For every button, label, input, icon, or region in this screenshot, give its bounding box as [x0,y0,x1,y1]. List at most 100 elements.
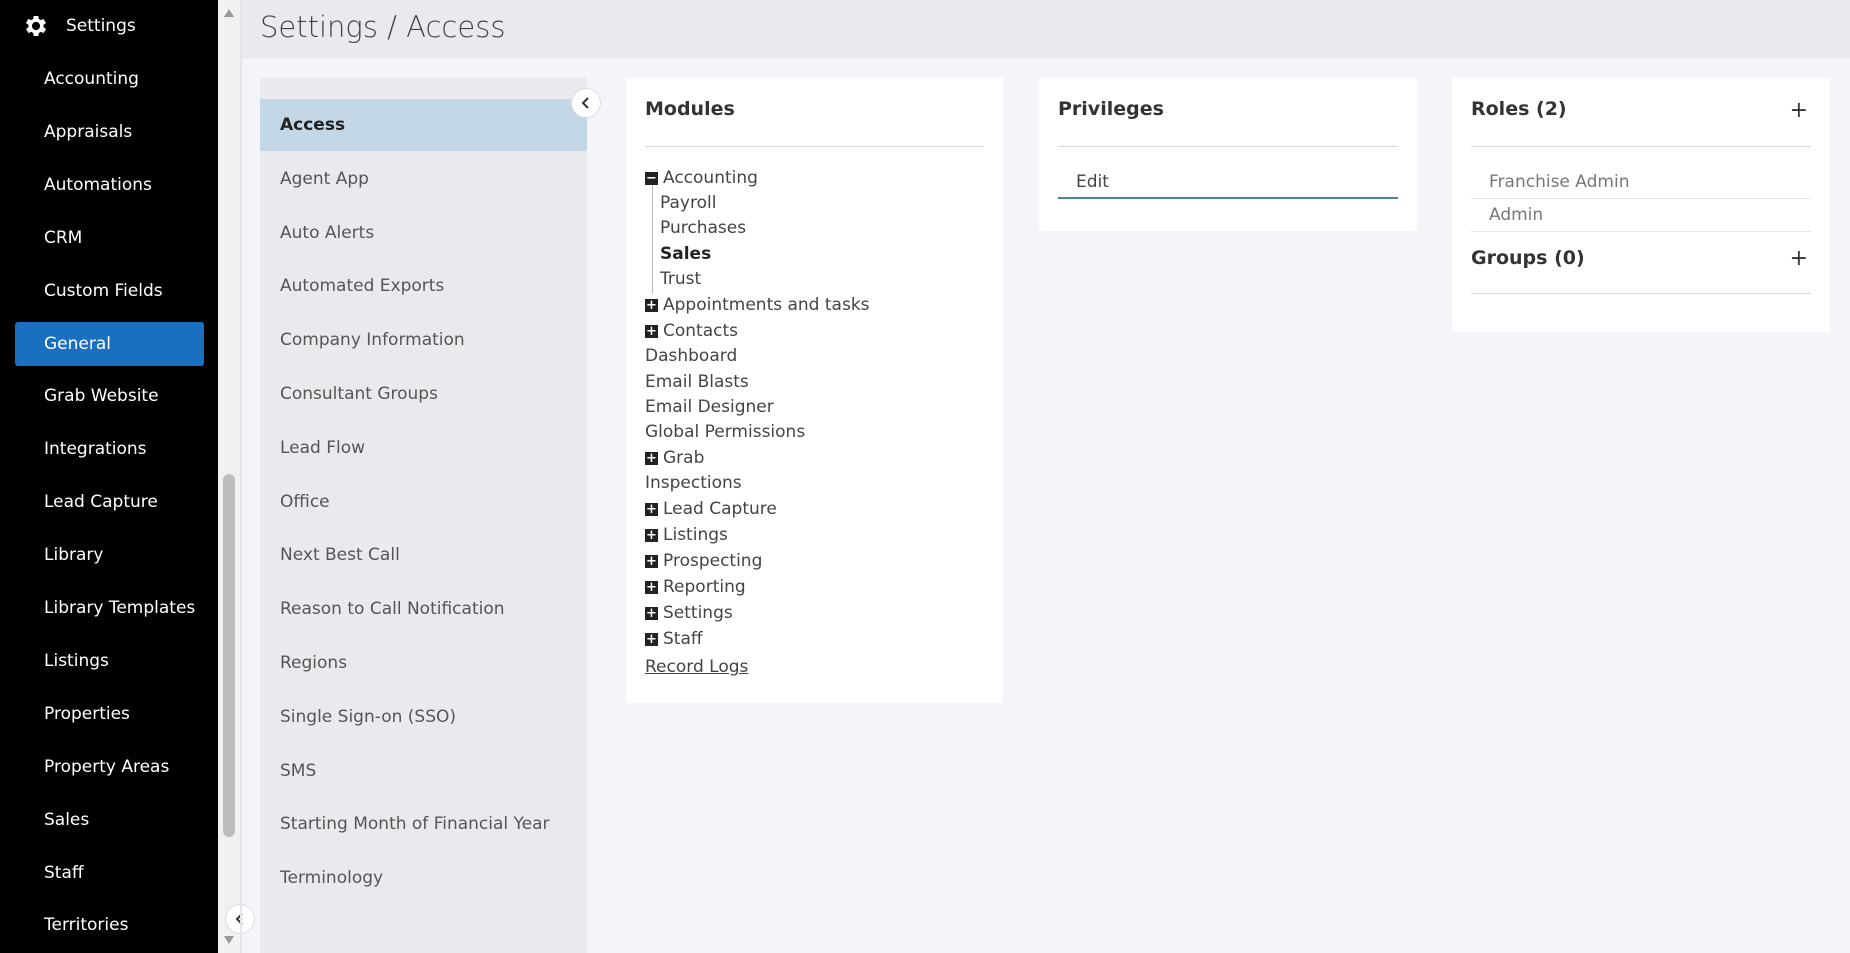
settings-submenu: Access Agent App Auto Alerts Automated Expo… [260,78,587,953]
modules-title: Modules [645,98,735,120]
module-record-logs[interactable]: Record Logs [645,655,748,679]
submenu-item-consultant-groups[interactable]: Consultant Groups [260,368,587,420]
module-email-designer[interactable]: Email Designer [645,395,774,419]
module-child-trust[interactable]: Trust [660,267,701,291]
sidebar-item-library-templates[interactable]: Library Templates [15,586,204,630]
sidebar-item-integrations[interactable]: Integrations [15,427,204,471]
role-item[interactable]: Admin [1471,199,1811,232]
sidebar-item-general[interactable]: General [15,321,204,366]
module-dashboard[interactable]: Dashboard [645,344,737,368]
roles-panel: Roles (2) + Franchise Admin Admin Groups… [1452,78,1830,332]
sidebar-brand[interactable]: Settings [22,10,136,42]
sidebar-item-sales[interactable]: Sales [15,798,204,842]
submenu-item-next-best-call[interactable]: Next Best Call [260,529,587,581]
module-label: Trust [660,269,702,289]
submenu-item-automated-exports[interactable]: Automated Exports [260,260,587,312]
module-label: Lead Capture [663,499,777,519]
submenu-item-access[interactable]: Access [260,99,587,151]
sidebar-item-automations[interactable]: Automations [15,163,204,207]
module-global-permissions[interactable]: Global Permissions [645,420,805,444]
add-group-button[interactable]: + [1790,246,1808,271]
roles-title: Roles (2) [1471,98,1567,120]
submenu-item-starting-month-of-financial-year[interactable]: Starting Month of Financial Year [260,798,587,850]
module-staff[interactable]: + Staff [645,627,703,651]
submenu-item-sms[interactable]: SMS [260,745,587,797]
expand-icon[interactable]: + [645,554,658,568]
sidebar-scrollbar[interactable] [218,0,240,953]
sidebar-item-grab-website[interactable]: Grab Website [15,374,204,418]
sidebar-item-property-areas[interactable]: Property Areas [15,745,204,789]
module-child-payroll[interactable]: Payroll [660,191,716,215]
sidebar-item-listings[interactable]: Listings [15,639,204,683]
module-label: Email Blasts [645,372,749,392]
submenu-item-company-information[interactable]: Company Information [260,314,587,366]
sidebar-item-custom-fields[interactable]: Custom Fields [15,269,204,313]
module-contacts[interactable]: + Contacts [645,319,738,343]
scrollbar-thumb[interactable] [223,474,235,837]
module-inspections[interactable]: Inspections [645,471,742,495]
divider [240,0,242,953]
submenu-collapse-button[interactable] [571,88,601,118]
module-prospecting[interactable]: + Prospecting [645,549,762,573]
roles-divider [1471,146,1811,147]
module-email-blasts[interactable]: Email Blasts [645,370,749,394]
submenu-item-single-sign-on-sso-[interactable]: Single Sign-on (SSO) [260,691,587,743]
sidebar-item-properties[interactable]: Properties [15,692,204,736]
module-grab[interactable]: + Grab [645,446,704,470]
sidebar-item-appraisals[interactable]: Appraisals [15,110,204,154]
scroll-down-arrow-icon[interactable] [224,936,234,944]
module-lead-capture[interactable]: + Lead Capture [645,497,777,521]
modules-panel: Modules − Accounting Payroll Purchases Sales… [626,78,1003,703]
module-appointments-and-tasks[interactable]: + Appointments and tasks [645,293,870,317]
sidebar-item-accounting[interactable]: Accounting [15,57,204,101]
submenu-item-office[interactable]: Office [260,476,587,528]
add-role-button[interactable]: + [1790,98,1808,123]
privileges-title: Privileges [1058,98,1164,120]
module-label: Prospecting [663,551,763,571]
expand-icon[interactable]: + [645,324,658,338]
expand-icon[interactable]: + [645,632,658,646]
page-title: Settings / Access [260,10,506,44]
sidebar-item-territories[interactable]: Territories [15,903,204,947]
sidebar-brand-label: Settings [66,16,136,36]
gear-icon [25,15,47,37]
module-reporting[interactable]: + Reporting [645,575,746,599]
submenu-item-lead-flow[interactable]: Lead Flow [260,422,587,474]
expand-icon[interactable]: + [645,606,658,620]
privileges-panel: Privileges Edit [1039,78,1417,231]
main-sidebar: Settings Accounting Appraisals Automations… [0,0,218,953]
module-label: Staff [663,629,703,649]
module-settings[interactable]: + Settings [645,601,733,625]
module-label: Global Permissions [645,422,806,442]
expand-icon[interactable]: + [645,451,658,465]
expand-icon[interactable]: + [645,502,658,516]
tree-connector [652,182,653,294]
submenu-item-agent-app[interactable]: Agent App [260,153,587,205]
role-item[interactable]: Franchise Admin [1471,166,1811,199]
module-child-purchases[interactable]: Purchases [660,216,746,240]
sidebar-item-library[interactable]: Library [15,533,204,577]
scroll-up-arrow-icon[interactable] [224,9,234,17]
expand-icon[interactable]: + [645,528,658,542]
privilege-item-edit[interactable]: Edit [1058,166,1398,199]
sidebar-item-staff[interactable]: Staff [15,851,204,895]
sidebar-item-crm[interactable]: CRM [15,216,204,260]
submenu-item-reason-to-call-notification[interactable]: Reason to Call Notification [260,583,587,635]
module-label: Listings [663,525,728,545]
expand-icon[interactable]: + [645,580,658,594]
module-accounting[interactable]: − Accounting [645,166,758,190]
submenu-item-auto-alerts[interactable]: Auto Alerts [260,207,587,259]
module-label: Email Designer [645,397,774,417]
module-child-sales[interactable]: Sales [660,242,711,266]
module-label: Inspections [645,473,742,493]
module-label: Payroll [660,193,717,213]
submenu-item-terminology[interactable]: Terminology [260,852,587,904]
module-label: Contacts [663,321,738,341]
chevron-left-icon [581,97,589,109]
expand-icon[interactable]: + [645,298,658,312]
sidebar-item-lead-capture[interactable]: Lead Capture [15,480,204,524]
collapse-icon[interactable]: − [645,171,658,185]
module-label: Accounting [663,168,758,188]
module-listings[interactable]: + Listings [645,523,728,547]
submenu-item-regions[interactable]: Regions [260,637,587,689]
